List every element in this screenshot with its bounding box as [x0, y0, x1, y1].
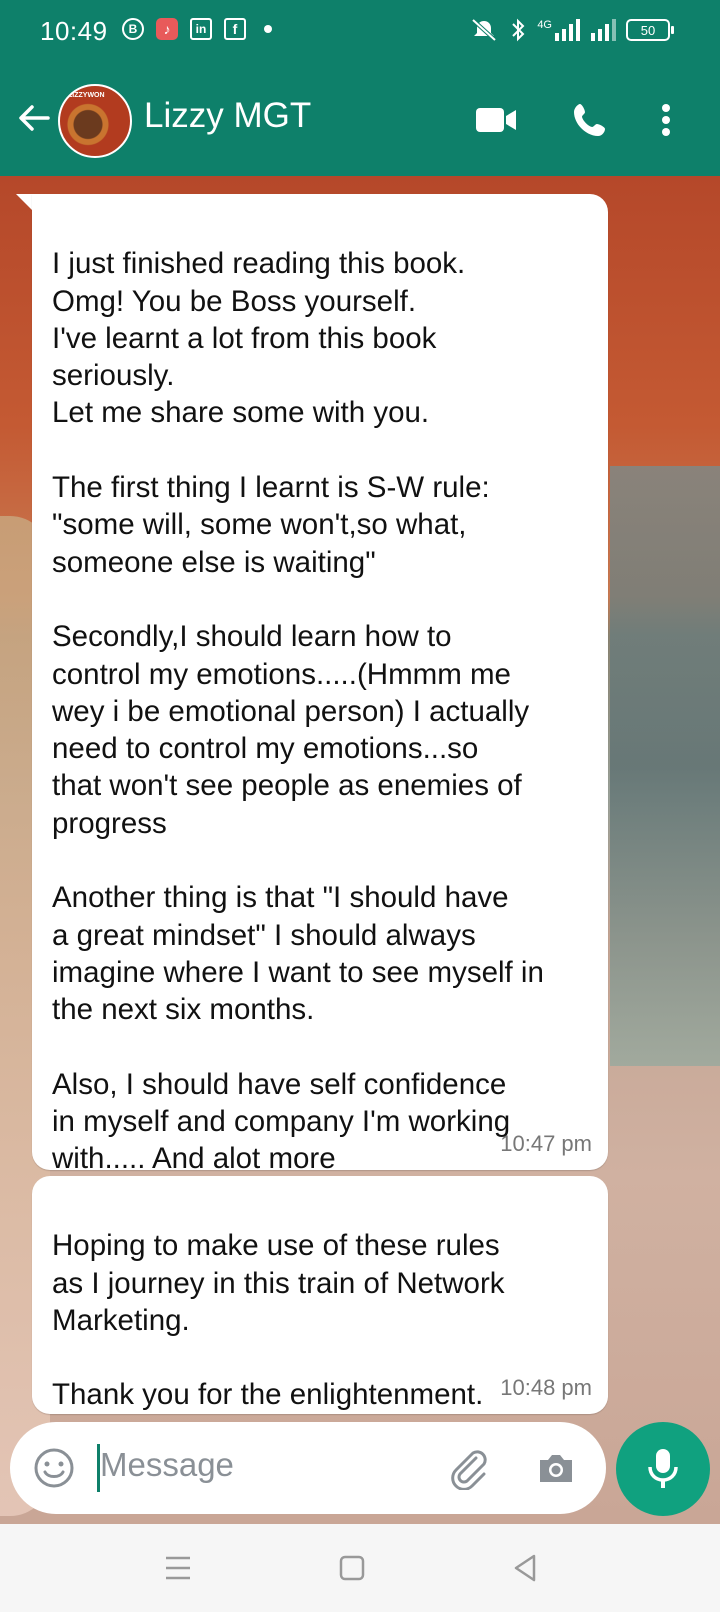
emoji-icon[interactable]	[32, 1446, 76, 1490]
message-bubble[interactable]: I just finished reading this book. Omg! …	[32, 194, 608, 1175]
mic-icon	[648, 1449, 678, 1488]
message-input-bar[interactable]: Message	[10, 1422, 606, 1514]
phone-icon[interactable]	[570, 100, 614, 140]
signal-2-icon	[591, 19, 616, 41]
signal-icon	[555, 19, 580, 41]
message-time: 10:47 pm	[500, 1130, 592, 1156]
background-wall	[610, 466, 720, 1066]
avatar-text: LIZZYWON	[68, 92, 105, 99]
bluetooth-icon	[512, 18, 525, 42]
mute-icon	[471, 18, 497, 42]
home-icon[interactable]	[334, 1550, 370, 1586]
mic-button[interactable]	[616, 1422, 710, 1516]
message-text: Hoping to make use of these rules as I j…	[52, 1229, 505, 1412]
more-notifications-dot-icon	[264, 25, 272, 33]
system-nav-bar	[0, 1524, 720, 1612]
music-notification-icon: ♪	[156, 18, 178, 40]
back-icon[interactable]	[508, 1550, 544, 1586]
status-bar: 10:49 B ♪ in f 4G 50	[0, 0, 720, 64]
avatar[interactable]: LIZZYWON	[58, 84, 132, 158]
network-type-label: 4G	[537, 19, 552, 31]
battery-icon: 50	[626, 19, 674, 41]
b-notification-icon: B	[122, 18, 144, 40]
message-bubble[interactable]: Hoping to make use of these rules as I j…	[32, 1176, 608, 1414]
system-icons: 4G 50	[469, 18, 674, 42]
more-vert-icon[interactable]	[654, 100, 678, 140]
message-input[interactable]: Message	[100, 1446, 234, 1484]
linkedin-notification-icon: in	[190, 18, 212, 40]
video-call-icon[interactable]	[474, 100, 518, 140]
message-time: 10:48 pm	[500, 1374, 592, 1400]
camera-icon[interactable]	[534, 1446, 578, 1490]
contact-name[interactable]: Lizzy MGT	[144, 96, 311, 136]
facebook-notification-icon: f	[224, 18, 246, 40]
back-arrow-icon[interactable]	[14, 98, 54, 138]
chat-header: LIZZYWON Lizzy MGT	[0, 64, 720, 176]
attach-icon[interactable]	[446, 1446, 490, 1490]
menu-icon[interactable]	[160, 1550, 196, 1586]
message-text: I just finished reading this book. Omg! …	[52, 247, 544, 1176]
status-time: 10:49	[40, 16, 108, 46]
notification-icons: B ♪ in f	[122, 18, 272, 40]
